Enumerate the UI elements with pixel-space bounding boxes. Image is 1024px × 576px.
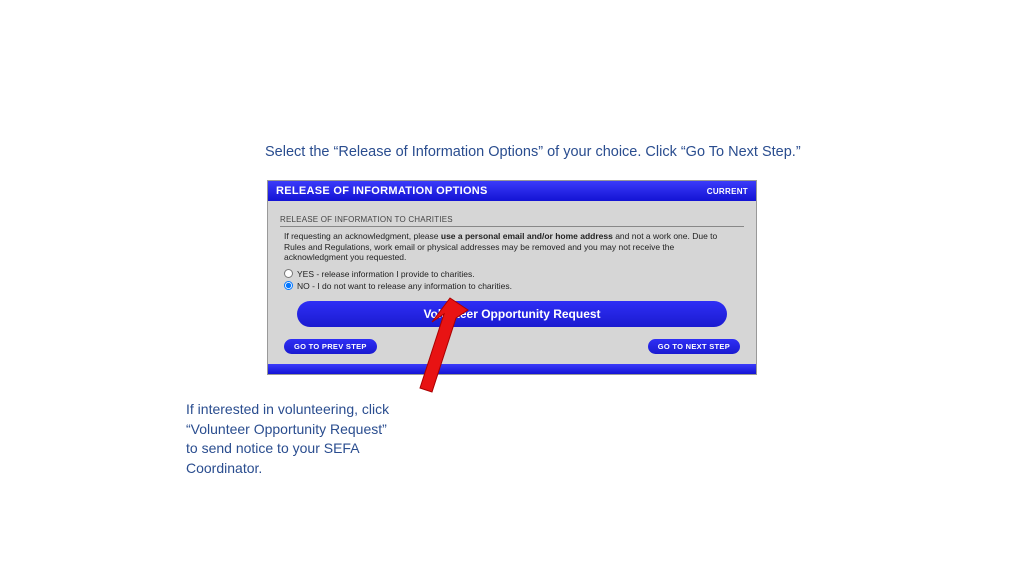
panel-header: RELEASE OF INFORMATION OPTIONS CURRENT <box>268 181 756 201</box>
panel-body: RELEASE OF INFORMATION TO CHARITIES If r… <box>268 201 756 364</box>
disclaimer-bold: use a personal email and/or home address <box>441 231 613 241</box>
disclaimer-text: If requesting an acknowledgment, please … <box>284 231 740 263</box>
disclaimer-pre: If requesting an acknowledgment, please <box>284 231 441 241</box>
panel-footer <box>268 364 756 374</box>
option-no-row[interactable]: NO - I do not want to release any inform… <box>284 281 740 291</box>
option-yes-radio[interactable] <box>284 269 293 278</box>
option-no-radio[interactable] <box>284 281 293 290</box>
volunteer-button[interactable]: Volunteer Opportunity Request <box>297 301 727 327</box>
option-yes-label: YES - release information I provide to c… <box>297 269 475 279</box>
instruction-bottom: If interested in volunteering, click “Vo… <box>186 400 396 478</box>
sub-header: RELEASE OF INFORMATION TO CHARITIES <box>280 215 744 227</box>
nav-row: GO TO PREV STEP GO TO NEXT STEP <box>278 333 746 354</box>
instruction-top: Select the “Release of Information Optio… <box>265 144 801 160</box>
panel-title: RELEASE OF INFORMATION OPTIONS <box>276 185 488 197</box>
prev-step-button[interactable]: GO TO PREV STEP <box>284 339 377 354</box>
current-badge: CURRENT <box>707 187 748 196</box>
option-yes-row[interactable]: YES - release information I provide to c… <box>284 269 740 279</box>
release-info-panel: RELEASE OF INFORMATION OPTIONS CURRENT R… <box>267 180 757 375</box>
option-no-label: NO - I do not want to release any inform… <box>297 281 512 291</box>
next-step-button[interactable]: GO TO NEXT STEP <box>648 339 740 354</box>
